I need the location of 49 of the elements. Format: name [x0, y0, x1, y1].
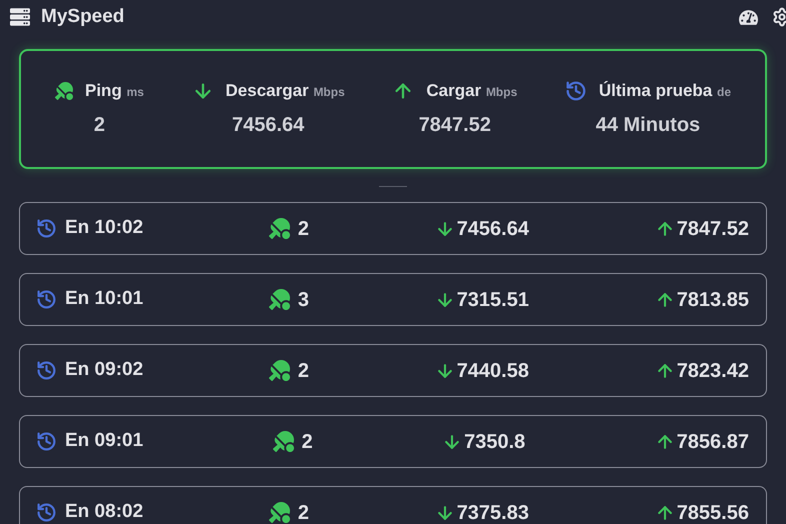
test-time: En 09:02	[65, 358, 144, 382]
paddle-icon	[272, 431, 294, 452]
ping-value: 2	[298, 358, 309, 384]
history-icon	[36, 431, 57, 452]
download-value: 7350.8	[464, 430, 526, 454]
test-time: En 08:02	[65, 500, 144, 524]
download-value: 7315.51	[456, 288, 529, 312]
stat-value: 7847.52	[418, 112, 491, 138]
download-value: 7456.64	[456, 216, 529, 242]
test-time: En 10:02	[65, 216, 144, 240]
stat-value: 7456.64	[232, 112, 304, 138]
test-row[interactable]: En 09:02 2 7440.58 7823.42	[19, 344, 767, 397]
history-icon	[36, 360, 57, 381]
stat-value: 44 Minutos	[596, 112, 700, 138]
upload-value: 7847.52	[676, 216, 749, 242]
upload-value: 7856.87	[676, 430, 749, 454]
paddle-icon	[55, 82, 73, 100]
test-row[interactable]: En 10:02 2 7456.64 7847.52	[19, 202, 767, 255]
stat-label: Última prueba de	[598, 80, 731, 102]
test-time: En 09:01	[65, 429, 144, 454]
upload-value: 7813.85	[676, 288, 749, 312]
ping-value: 2	[298, 500, 309, 524]
paddle-icon	[268, 502, 290, 523]
upload-value: 7855.56	[676, 500, 749, 524]
history-icon	[36, 289, 57, 310]
ping-value: 3	[298, 288, 309, 312]
download-value: 7440.58	[456, 358, 529, 384]
stat-value: 2	[94, 112, 106, 138]
server-icon	[10, 7, 30, 27]
paddle-icon	[268, 360, 290, 381]
test-row[interactable]: En 08:02 2 7375.83 7855.56	[19, 486, 767, 524]
test-row[interactable]: En 09:01 2 7350.8 7856.87	[19, 415, 767, 468]
stat-label: Ping ms	[85, 80, 144, 102]
upload-value: 7823.42	[676, 358, 749, 384]
history-icon	[36, 502, 57, 523]
history-icon	[36, 218, 57, 239]
download-value: 7375.83	[456, 500, 529, 524]
ping-value: 2	[302, 430, 313, 454]
settings-icon[interactable]	[772, 7, 786, 27]
history-icon	[564, 80, 587, 102]
ping-value: 2	[298, 216, 309, 242]
stat-label: Descargar Mbps	[226, 80, 345, 102]
paddle-icon	[268, 218, 290, 239]
speedometer-icon[interactable]	[739, 8, 758, 26]
test-row[interactable]: En 10:01 3 7315.51 7813.85	[19, 273, 767, 326]
stat-label: Cargar Mbps	[426, 80, 518, 102]
app-title: MySpeed	[41, 4, 124, 29]
paddle-icon	[268, 289, 290, 310]
test-time: En 10:01	[65, 287, 144, 312]
